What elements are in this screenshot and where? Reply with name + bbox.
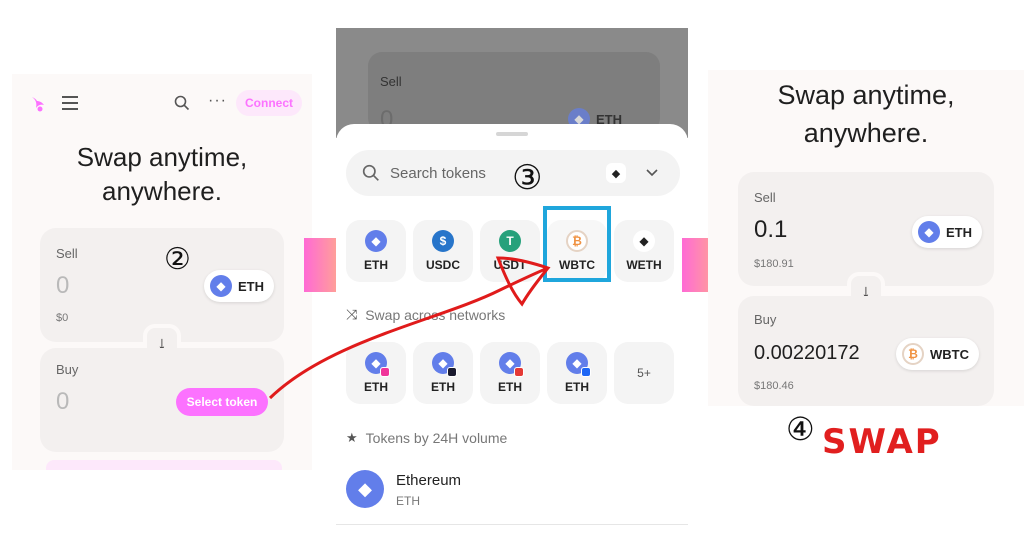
hero-line-2: anywhere. xyxy=(102,176,222,206)
eth-icon: ◆ xyxy=(210,275,232,297)
quick-token-usdt[interactable]: T USDT xyxy=(480,220,540,282)
sell-token-symbol: ETH xyxy=(946,224,972,240)
network-badge-icon xyxy=(447,367,457,377)
step-2-marker: ② xyxy=(164,242,191,277)
eth-icon: ◆ xyxy=(365,352,390,377)
top-nav: ··· Connect xyxy=(12,74,312,134)
wbtc-icon: ₿ xyxy=(902,343,924,365)
network-token-eth-3[interactable]: ◆ ETH xyxy=(480,342,540,404)
quick-token-label: WETH xyxy=(626,258,662,272)
swap-panel-filled: Swap anytime, anywhere. Sell 0.1 $180.91… xyxy=(708,70,1024,406)
buy-card[interactable]: Buy 0.00220172 $180.46 ₿ WBTC xyxy=(738,296,994,406)
eth-icon: ◆ xyxy=(566,352,591,377)
hero-title: Swap anytime, anywhere. xyxy=(708,76,1024,152)
buy-label: Buy xyxy=(754,312,777,327)
hero-title: Swap anytime, anywhere. xyxy=(12,140,312,208)
shuffle-icon: ⤨ xyxy=(346,306,358,322)
drag-handle[interactable] xyxy=(496,132,528,136)
usdt-icon: T xyxy=(499,230,521,252)
sell-fiat-value: $180.91 xyxy=(754,258,794,270)
network-token-label: ETH xyxy=(431,380,455,394)
buy-token-selector[interactable]: ₿ WBTC xyxy=(896,338,979,370)
sell-label: Sell xyxy=(754,190,776,205)
quick-token-label: USDC xyxy=(425,258,460,272)
hero-line-1: Swap anytime, xyxy=(76,142,248,172)
network-token-eth-4[interactable]: ◆ ETH xyxy=(547,342,607,404)
menu-icon[interactable] xyxy=(62,96,78,110)
swap-annotation-text: SWAP xyxy=(822,422,942,462)
hero-line-1: Swap anytime, xyxy=(777,80,955,110)
bg-sell-label: Sell xyxy=(380,74,402,89)
sell-card[interactable]: Sell 0.1 $180.91 ◆ ETH xyxy=(738,172,994,286)
step-4-marker: ④ xyxy=(786,410,815,448)
network-badge-icon xyxy=(514,367,524,377)
cross-network-section: ⤨ Swap across networks xyxy=(346,306,505,323)
more-networks-label: 5+ xyxy=(637,366,651,380)
connect-wallet-bar[interactable] xyxy=(46,460,282,470)
token-name: Ethereum xyxy=(396,472,462,489)
sell-fiat-value: $0 xyxy=(56,312,69,324)
buy-token-symbol: WBTC xyxy=(930,346,969,362)
network-token-label: ETH xyxy=(364,380,388,394)
star-icon: ★ xyxy=(346,430,358,445)
weth-icon: ◆ xyxy=(633,230,655,252)
cross-network-label: Swap across networks xyxy=(365,306,506,323)
buy-card[interactable]: Buy 0 Select token xyxy=(40,348,284,452)
sell-label: Sell xyxy=(56,246,78,261)
volume-label: Tokens by 24H volume xyxy=(365,430,508,446)
more-icon[interactable]: ··· xyxy=(208,92,227,110)
buy-fiat-value: $180.46 xyxy=(754,380,794,392)
eth-icon: ◆ xyxy=(432,352,457,377)
swap-panel-initial: ··· Connect Swap anytime, anywhere. Sell… xyxy=(12,74,312,470)
uniswap-logo-icon[interactable] xyxy=(28,94,48,114)
chevron-down-icon[interactable] xyxy=(646,168,658,178)
quick-token-usdc[interactable]: $ USDC xyxy=(413,220,473,282)
search-input[interactable]: Search tokens xyxy=(390,165,486,182)
buy-label: Buy xyxy=(56,362,79,377)
token-selector-panel: Sell 0 ◆ ETH Search tokens ◆ ◆ ETH $ USD… xyxy=(336,28,688,538)
eth-icon: ◆ xyxy=(918,221,940,243)
buy-amount-input[interactable]: 0 xyxy=(56,388,69,416)
dimmed-background: Sell 0 ◆ ETH xyxy=(336,28,688,138)
quick-token-weth[interactable]: ◆ WETH xyxy=(614,220,674,282)
connect-button[interactable]: Connect xyxy=(236,90,302,116)
eth-icon: ◆ xyxy=(499,352,524,377)
token-list-item-ethereum[interactable]: ◆ Ethereum ETH xyxy=(336,460,688,522)
eth-icon: ◆ xyxy=(346,470,384,508)
quick-token-eth[interactable]: ◆ ETH xyxy=(346,220,406,282)
token-symbol: ETH xyxy=(396,494,420,508)
hero-line-2: anywhere. xyxy=(803,118,929,148)
list-divider xyxy=(336,524,688,525)
network-eth-icon[interactable]: ◆ xyxy=(606,163,626,183)
quick-token-label: USDT xyxy=(493,258,527,272)
network-badge-icon xyxy=(380,367,390,377)
more-networks-button[interactable]: 5+ xyxy=(614,342,674,404)
volume-section: ★ Tokens by 24H volume xyxy=(346,430,507,446)
wbtc-highlight-box xyxy=(543,206,611,282)
search-icon xyxy=(362,164,379,181)
network-token-eth-1[interactable]: ◆ ETH xyxy=(346,342,406,404)
sell-token-selector[interactable]: ◆ ETH xyxy=(204,270,274,302)
sell-token-selector[interactable]: ◆ ETH xyxy=(912,216,982,248)
search-icon[interactable] xyxy=(174,95,190,111)
quick-token-label: ETH xyxy=(364,258,388,272)
network-badge-icon xyxy=(581,367,591,377)
sell-amount-input[interactable]: 0 xyxy=(56,272,69,300)
sell-token-symbol: ETH xyxy=(238,278,264,294)
select-token-button[interactable]: Select token xyxy=(176,388,268,416)
sell-amount-input[interactable]: 0.1 xyxy=(754,216,787,244)
usdc-icon: $ xyxy=(432,230,454,252)
eth-icon: ◆ xyxy=(365,230,387,252)
buy-amount-input[interactable]: 0.00220172 xyxy=(754,342,860,365)
network-token-label: ETH xyxy=(498,380,522,394)
network-token-eth-2[interactable]: ◆ ETH xyxy=(413,342,473,404)
network-token-label: ETH xyxy=(565,380,589,394)
step-3-marker: ③ xyxy=(512,158,543,198)
